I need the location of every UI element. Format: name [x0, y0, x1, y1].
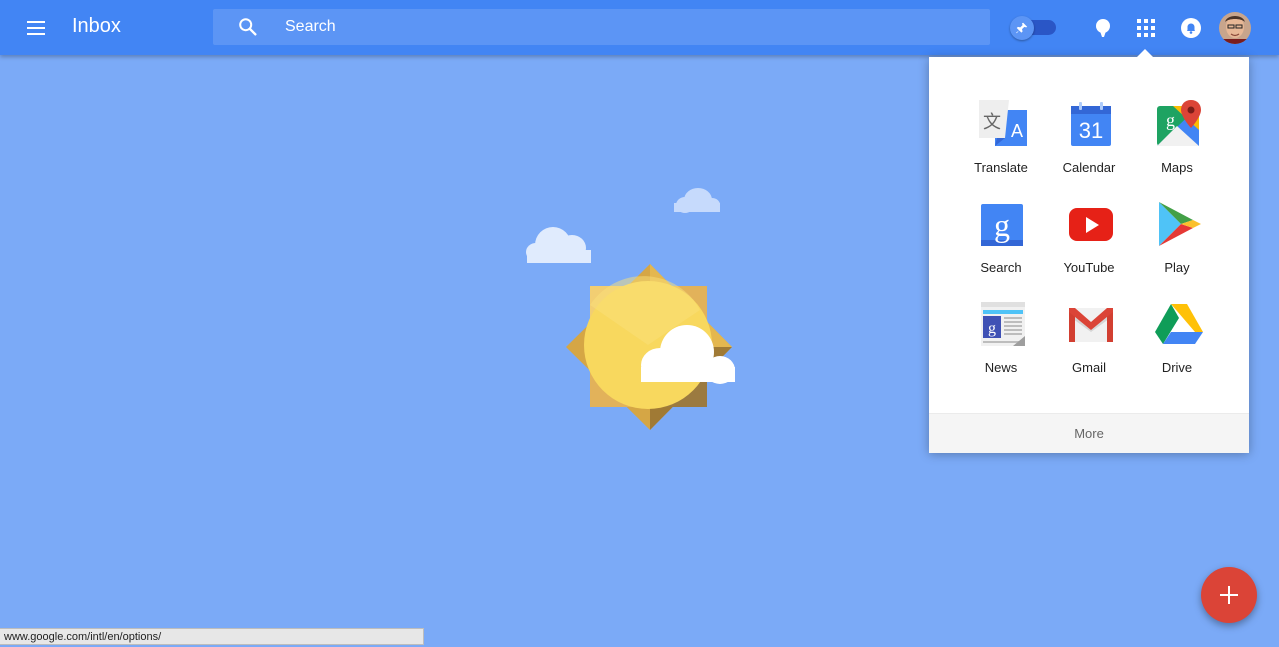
- app-play[interactable]: Play: [1133, 200, 1221, 300]
- app-calendar[interactable]: 31 Calendar: [1045, 100, 1133, 200]
- compose-fab[interactable]: [1201, 567, 1257, 623]
- search-box[interactable]: [213, 9, 990, 45]
- more-apps-button[interactable]: More: [929, 413, 1249, 453]
- medium-cloud-icon: [526, 227, 591, 263]
- translate-icon: A 文: [979, 100, 1027, 146]
- pushpin-icon: [1016, 22, 1028, 34]
- small-cloud-icon: [674, 188, 720, 213]
- hamburger-menu-icon[interactable]: [22, 14, 50, 42]
- weather-illustration: [526, 188, 735, 430]
- app-label: Search: [980, 260, 1022, 275]
- svg-text:A: A: [1011, 121, 1023, 141]
- app-title: Inbox: [72, 15, 121, 37]
- search-icon: [239, 18, 257, 36]
- gmail-icon: [1069, 308, 1113, 342]
- calendar-day: 31: [1079, 118, 1103, 143]
- app-news[interactable]: g News: [957, 300, 1045, 400]
- app-youtube[interactable]: YouTube: [1045, 200, 1133, 300]
- news-glyph: g: [988, 320, 996, 337]
- pinned-toggle[interactable]: [1010, 16, 1058, 40]
- app-label: News: [984, 360, 1018, 375]
- app-maps[interactable]: g Maps: [1133, 100, 1221, 200]
- app-label: Maps: [1161, 160, 1193, 175]
- maps-icon: g: [1157, 100, 1201, 146]
- apps-launcher-panel: A 文 Translate 31 Calendar g Maps g Searc…: [929, 57, 1249, 453]
- drive-icon: [1155, 304, 1203, 344]
- app-label: YouTube: [1063, 260, 1115, 275]
- app-label: Calendar: [1062, 160, 1116, 175]
- app-translate[interactable]: A 文 Translate: [957, 100, 1045, 200]
- calendar-icon: 31: [1071, 102, 1111, 146]
- notification-bell-icon[interactable]: [1180, 17, 1202, 39]
- app-search[interactable]: g Search: [957, 200, 1045, 300]
- app-label: Drive: [1161, 360, 1193, 375]
- search-input[interactable]: [285, 9, 965, 45]
- google-search-icon: g: [981, 204, 1023, 246]
- app-label: Play: [1164, 260, 1190, 275]
- svg-text:g: g: [1166, 110, 1175, 130]
- status-bar-url: www.google.com/intl/en/options/: [0, 628, 424, 645]
- youtube-icon: [1069, 208, 1113, 241]
- reminder-bulb-icon[interactable]: [1093, 17, 1113, 39]
- app-gmail[interactable]: Gmail: [1045, 300, 1133, 400]
- app-drive[interactable]: Drive: [1133, 300, 1221, 400]
- play-store-icon: [1159, 202, 1201, 246]
- toggle-knob: [1010, 16, 1034, 40]
- app-label: Translate: [974, 160, 1028, 175]
- apps-grid-icon[interactable]: [1135, 17, 1157, 39]
- top-app-bar: Inbox: [0, 0, 1279, 55]
- panel-caret: [1137, 49, 1153, 57]
- news-icon: g: [981, 302, 1025, 346]
- user-avatar[interactable]: [1219, 12, 1251, 44]
- svg-text:文: 文: [983, 112, 1001, 133]
- app-label: Gmail: [1072, 360, 1106, 375]
- search-glyph: g: [994, 207, 1010, 243]
